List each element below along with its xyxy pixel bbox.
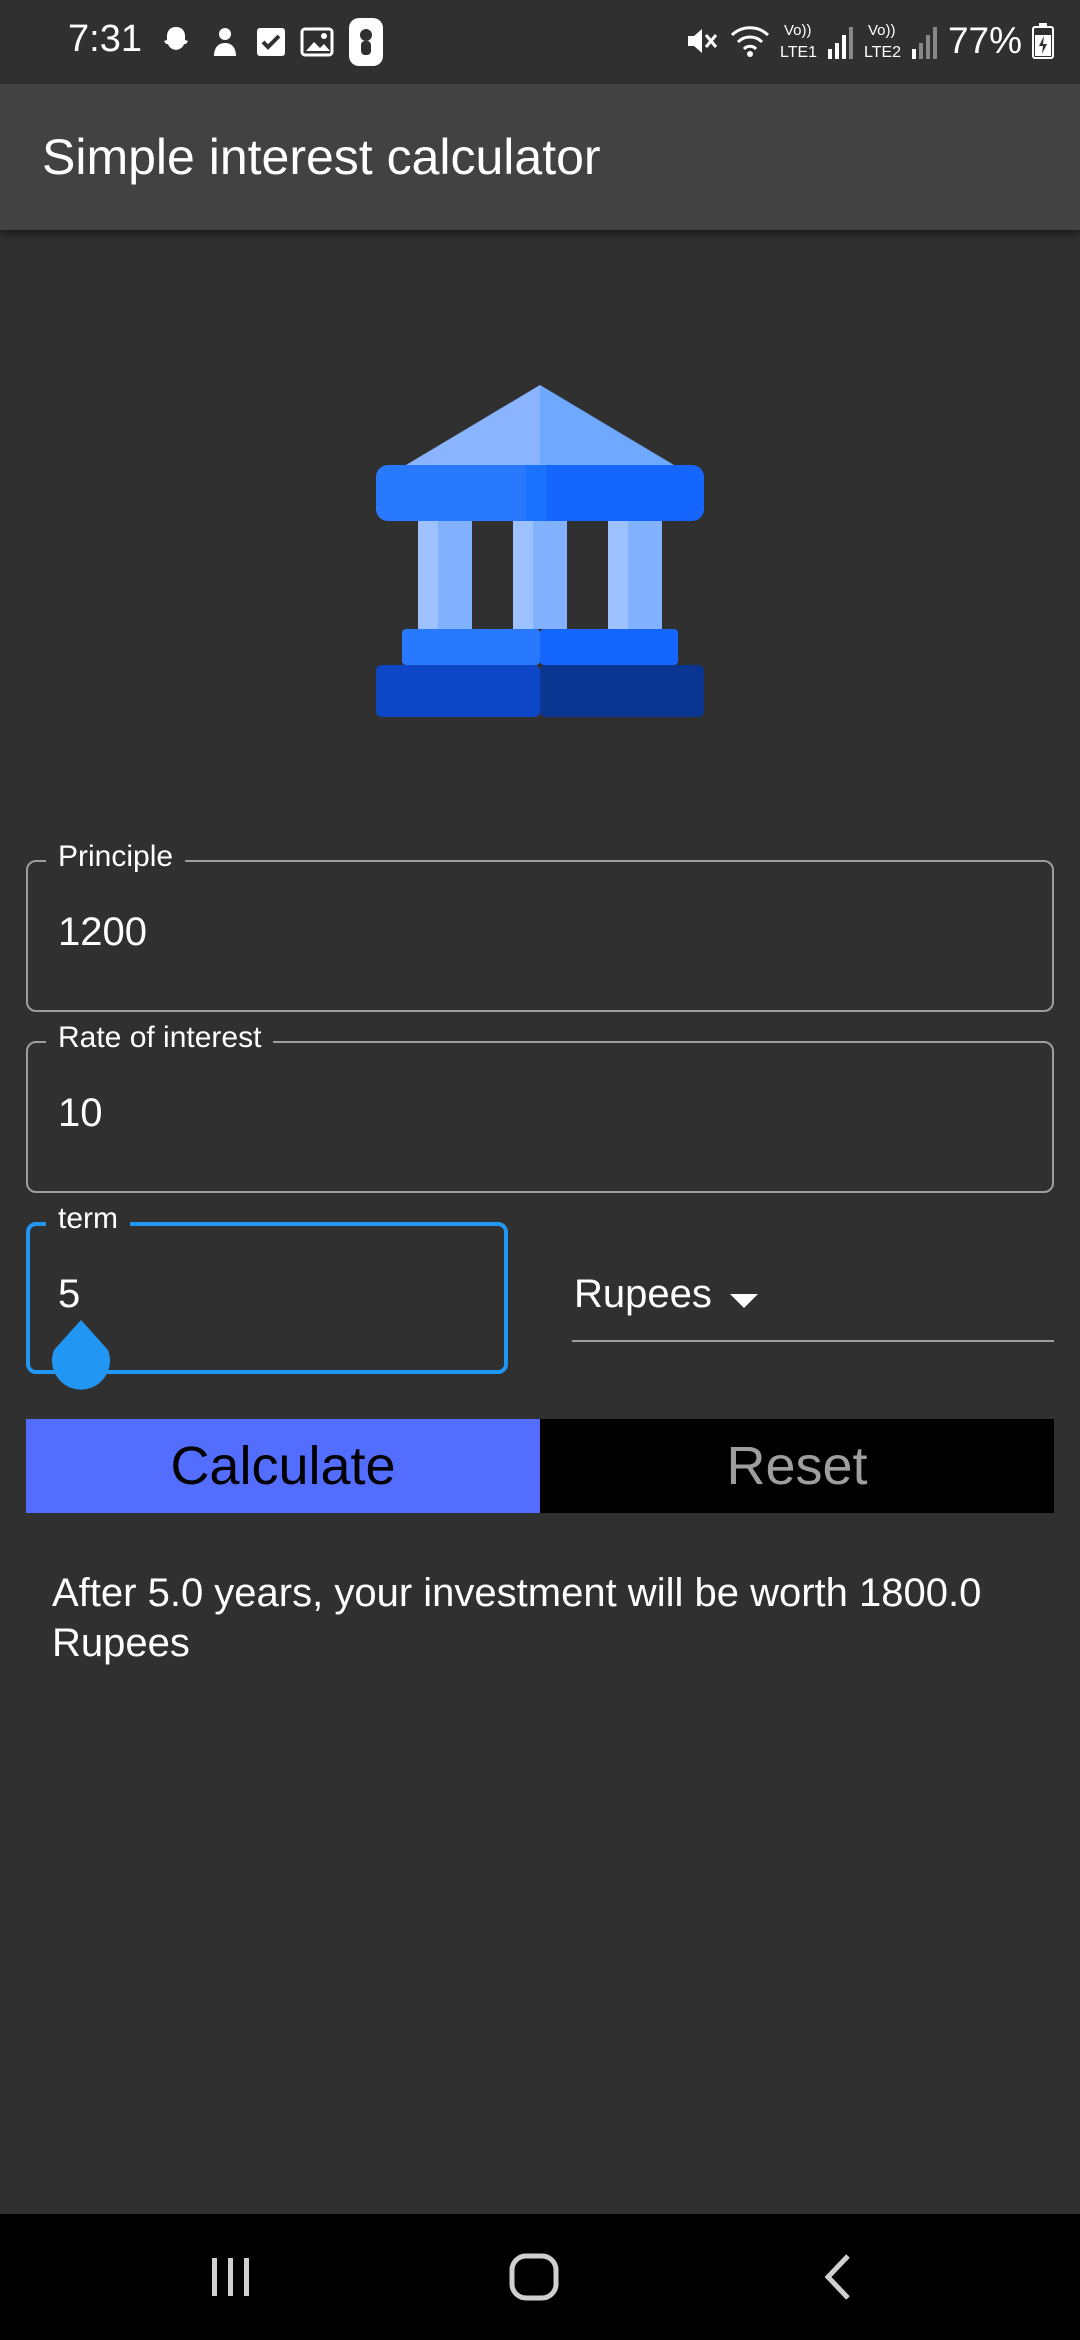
wifi-icon [730, 23, 770, 59]
lte2-signal-icon: Vo)) LTE2 [864, 19, 938, 63]
svg-text:Vo)): Vo)) [784, 22, 812, 39]
principal-value[interactable]: 1200 [58, 910, 147, 955]
svg-text:LTE2: LTE2 [864, 44, 901, 61]
svg-text:LTE1: LTE1 [780, 44, 817, 61]
principal-field[interactable]: Principle 1200 [26, 840, 1054, 1012]
home-icon[interactable] [508, 2252, 562, 2307]
page-title: Simple interest calculator [42, 129, 601, 185]
recents-icon[interactable] [206, 2252, 256, 2307]
principal-label: Principle [46, 840, 186, 874]
status-bar: 7:31 Vo)) LTE1 Vo)) LTE2 77% [0, 0, 1080, 84]
rate-value[interactable]: 10 [58, 1091, 103, 1136]
app-bar: Simple interest calculator [0, 84, 1080, 230]
notification-icons [158, 17, 384, 67]
lte1-signal-icon: Vo)) LTE1 [780, 19, 854, 63]
bank-icon [376, 385, 704, 717]
text-cursor-handle[interactable] [50, 1320, 112, 1390]
currency-selected: Rupees [574, 1272, 712, 1316]
rate-label: Rate of interest [46, 1021, 274, 1055]
checkbox-icon [256, 27, 286, 57]
rate-of-interest-field[interactable]: Rate of interest 10 [26, 1021, 1054, 1193]
battery-charging-icon [1032, 23, 1054, 59]
app-icon [348, 17, 384, 67]
duo-icon [208, 24, 242, 60]
status-time: 7:31 [68, 18, 142, 60]
system-icons: Vo)) LTE1 Vo)) LTE2 77% [684, 16, 1054, 66]
result-text: After 5.0 years, your investment will be… [52, 1571, 982, 1665]
snapchat-icon [158, 24, 194, 60]
back-icon[interactable] [818, 2252, 858, 2307]
navigation-bar [0, 2214, 1080, 2340]
term-value[interactable]: 5 [58, 1272, 80, 1317]
reset-button[interactable]: Reset [540, 1419, 1054, 1513]
battery-percent: 77% [947, 20, 1022, 61]
term-label: term [46, 1202, 130, 1236]
mute-icon [684, 23, 720, 59]
currency-dropdown[interactable]: Rupees [572, 1258, 1054, 1342]
gallery-icon [300, 27, 334, 57]
chevron-down-icon [730, 1294, 758, 1308]
svg-text:Vo)): Vo)) [868, 22, 896, 39]
calculate-button[interactable]: Calculate [26, 1419, 540, 1513]
